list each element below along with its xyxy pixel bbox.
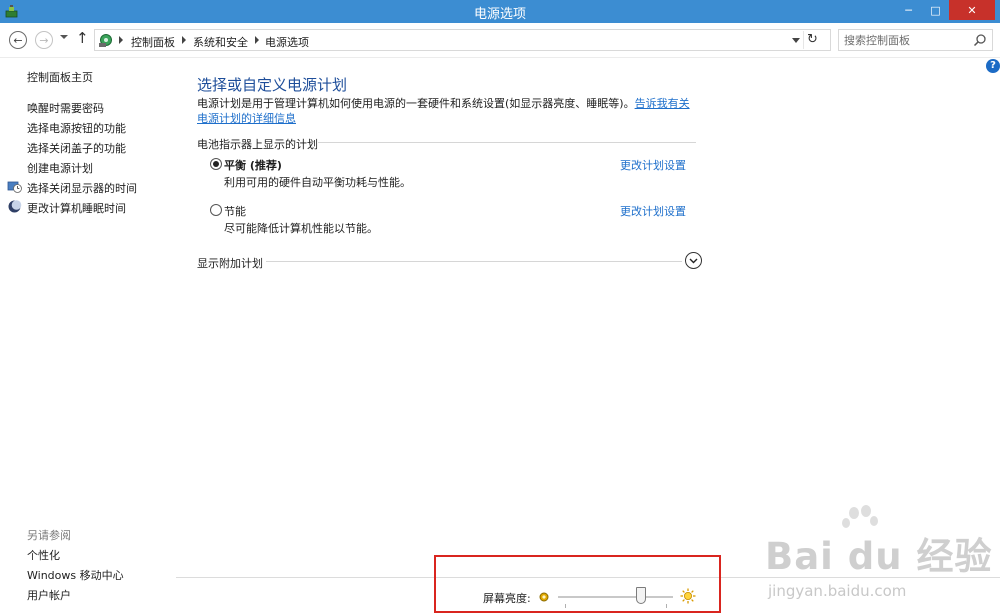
sidebar-item-display-off[interactable]: 选择关闭显示器的时间 bbox=[27, 180, 137, 196]
plan-balanced-description: 利用可用的硬件自动平衡功耗与性能。 bbox=[224, 176, 411, 189]
section-divider bbox=[266, 261, 682, 262]
description-text: 电源计划是用于管理计算机如何使用电源的一套硬件和系统设置(如显示器亮度、睡眠等)… bbox=[197, 97, 635, 110]
moon-icon bbox=[8, 200, 22, 213]
battery-section-heading: 电池指示器上显示的计划 bbox=[197, 138, 318, 151]
chevron-right-icon[interactable] bbox=[182, 36, 186, 44]
minimize-button[interactable]: ─ bbox=[895, 0, 922, 20]
up-button[interactable]: ↑ bbox=[76, 29, 89, 47]
sidebar-item-home[interactable]: 控制面板主页 bbox=[27, 69, 93, 85]
help-icon[interactable]: ? bbox=[986, 59, 1000, 73]
refresh-icon[interactable]: ↻ bbox=[807, 32, 818, 47]
see-also-personalization[interactable]: 个性化 bbox=[27, 547, 60, 563]
sidebar-item-lid-close[interactable]: 选择关闭盖子的功能 bbox=[27, 140, 126, 156]
title-bar: 电源选项 ─ □ ✕ bbox=[0, 0, 1000, 23]
sidebar-item-wake-password[interactable]: 唤醒时需要密码 bbox=[27, 100, 104, 116]
watermark-url: jingyan.baidu.com bbox=[768, 582, 907, 600]
search-icon[interactable] bbox=[973, 33, 987, 47]
breadcrumb-system-security[interactable]: 系统和安全 bbox=[193, 34, 248, 50]
breadcrumb-power-options[interactable]: 电源选项 bbox=[265, 34, 309, 50]
sidebar-item-power-button[interactable]: 选择电源按钮的功能 bbox=[27, 120, 126, 136]
plan-power-saver-name[interactable]: 节能 bbox=[224, 203, 246, 219]
sidebar: 控制面板主页 唤醒时需要密码 选择电源按钮的功能 选择关闭盖子的功能 创建电源计… bbox=[0, 58, 176, 616]
control-panel-icon bbox=[99, 34, 112, 47]
address-box[interactable]: 控制面板 系统和安全 电源选项 ↻ bbox=[94, 29, 831, 51]
address-dropdown-icon[interactable] bbox=[792, 38, 800, 43]
watermark-text: Bai du 经验 bbox=[765, 535, 993, 578]
search-box[interactable] bbox=[838, 29, 993, 51]
sidebar-item-create-plan[interactable]: 创建电源计划 bbox=[27, 160, 93, 176]
plan-power-saver-description: 尽可能降低计算机性能以节能。 bbox=[224, 222, 378, 235]
see-also-mobility-center[interactable]: Windows 移动中心 bbox=[27, 567, 124, 583]
sidebar-item-sleep-time[interactable]: 更改计算机睡眠时间 bbox=[27, 200, 126, 216]
plan-balanced-name[interactable]: 平衡 (推荐) bbox=[224, 157, 282, 173]
address-divider bbox=[803, 31, 804, 49]
chevron-right-icon[interactable] bbox=[255, 36, 259, 44]
window-title: 电源选项 bbox=[473, 7, 526, 22]
breadcrumb-control-panel[interactable]: 控制面板 bbox=[131, 34, 175, 50]
page-title: 选择或自定义电源计划 bbox=[197, 76, 348, 94]
plan-power-saver-change-settings-link[interactable]: 更改计划设置 bbox=[620, 203, 686, 219]
page-description: 电源计划是用于管理计算机如何使用电源的一套硬件和系统设置(如显示器亮度、睡眠等)… bbox=[197, 96, 699, 126]
monitor-clock-icon bbox=[7, 181, 22, 193]
close-button[interactable]: ✕ bbox=[949, 0, 995, 20]
address-toolbar: ← → ↑ 控制面板 系统和安全 电源选项 ↻ bbox=[0, 23, 1000, 58]
section-divider bbox=[318, 142, 696, 143]
additional-plans-heading[interactable]: 显示附加计划 bbox=[197, 255, 263, 271]
forward-button[interactable]: → bbox=[35, 31, 53, 49]
chevron-down-icon bbox=[689, 258, 698, 263]
chevron-right-icon[interactable] bbox=[119, 36, 123, 44]
plan-balanced-radio[interactable] bbox=[210, 158, 222, 170]
plan-balanced-change-settings-link[interactable]: 更改计划设置 bbox=[620, 157, 686, 173]
see-also-heading: 另请参阅 bbox=[27, 529, 71, 542]
maximize-button[interactable]: □ bbox=[922, 0, 949, 20]
plan-power-saver-radio[interactable] bbox=[210, 204, 222, 216]
annotation-highlight-box bbox=[434, 555, 721, 613]
back-button[interactable]: ← bbox=[9, 31, 27, 49]
recent-locations-dropdown-icon[interactable] bbox=[60, 35, 68, 39]
see-also-user-accounts[interactable]: 用户帐户 bbox=[27, 587, 71, 603]
search-input[interactable] bbox=[844, 32, 969, 48]
expand-chevron-button[interactable] bbox=[685, 252, 702, 269]
